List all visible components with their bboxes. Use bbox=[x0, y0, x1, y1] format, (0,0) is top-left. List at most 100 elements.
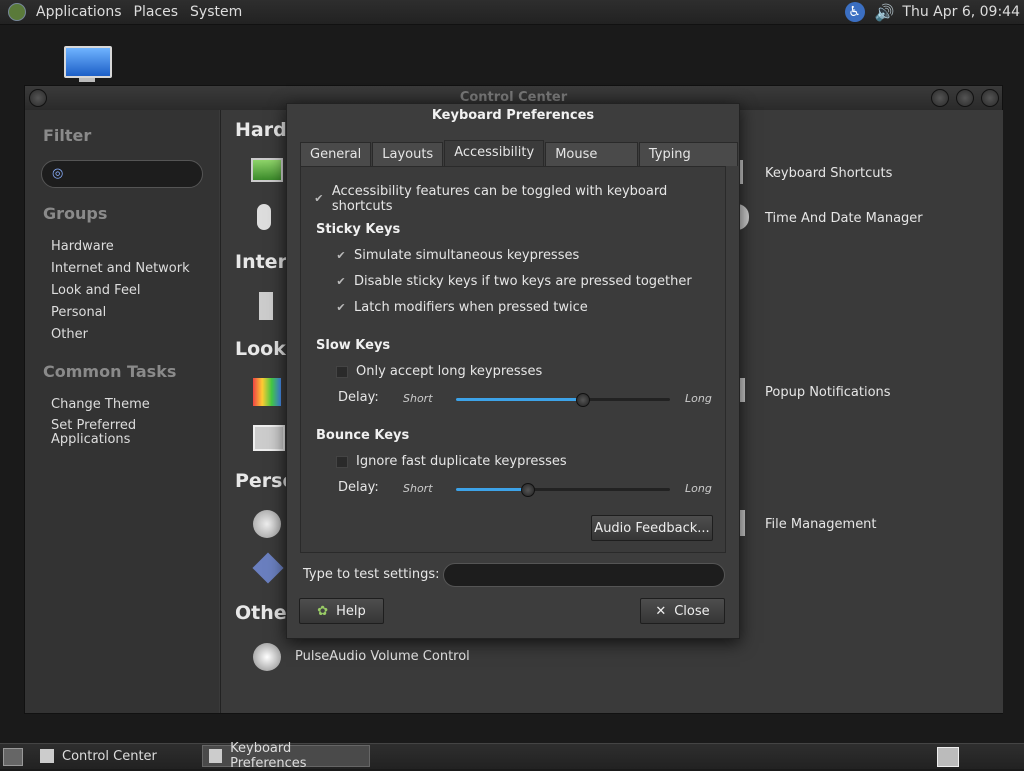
workspace-switcher[interactable] bbox=[937, 747, 959, 767]
toggle-shortcuts-label: Accessibility features can be toggled wi… bbox=[332, 184, 725, 214]
ignore-fast-checkbox[interactable]: Ignore fast duplicate keypresses bbox=[336, 454, 567, 469]
bounce-keys-title: Bounce Keys bbox=[316, 428, 409, 443]
keyboard-preferences-dialog: Keyboard Preferences General Layouts Acc… bbox=[286, 103, 740, 639]
latch-modifiers-label: Latch modifiers when pressed twice bbox=[354, 300, 588, 315]
slow-keys-delay-label: Delay: bbox=[338, 390, 379, 405]
bounce-keys-delay-label: Delay: bbox=[338, 480, 379, 495]
dialog-title: Keyboard Preferences bbox=[287, 108, 739, 123]
toggle-shortcuts-checkbox[interactable]: ✔ Accessibility features can be toggled … bbox=[314, 184, 725, 214]
tab-typing-break[interactable]: Typing Break bbox=[639, 142, 738, 166]
latch-modifiers-checkbox[interactable]: ✔ Latch modifiers when pressed twice bbox=[336, 300, 588, 315]
control-center-icon bbox=[40, 749, 54, 763]
bottom-panel: Control Center Keyboard Preferences bbox=[0, 743, 1024, 769]
checked-icon: ✔ bbox=[336, 277, 346, 287]
test-settings-input[interactable] bbox=[443, 563, 725, 587]
slow-keys-title: Slow Keys bbox=[316, 338, 390, 353]
group-personal[interactable]: Personal bbox=[51, 305, 106, 320]
close-button[interactable]: ✕ Close bbox=[640, 598, 725, 624]
close-window-icon[interactable] bbox=[981, 89, 999, 107]
top-panel: Applications Places System ♿ 🔊 Thu Apr 6… bbox=[0, 0, 1024, 25]
minimize-icon[interactable] bbox=[931, 89, 949, 107]
slider-knob[interactable] bbox=[521, 483, 535, 497]
about-me-icon[interactable] bbox=[253, 510, 281, 538]
panel-tray: ♿ 🔊 Thu Apr 6, 09:44 bbox=[845, 0, 1024, 24]
accessibility-icon[interactable]: ♿ bbox=[845, 2, 865, 22]
menu-places[interactable]: Places bbox=[128, 4, 185, 20]
group-other[interactable]: Other bbox=[51, 327, 88, 342]
checked-icon: ✔ bbox=[336, 251, 346, 261]
common-tasks-heading: Common Tasks bbox=[43, 362, 176, 381]
screensaver-icon[interactable] bbox=[253, 425, 285, 451]
long-keypresses-checkbox[interactable]: Only accept long keypresses bbox=[336, 364, 542, 379]
section-look: Look bbox=[235, 338, 286, 360]
task-change-theme[interactable]: Change Theme bbox=[51, 397, 150, 412]
volume-icon[interactable]: 🔊 bbox=[875, 3, 895, 22]
checked-icon: ✔ bbox=[336, 303, 346, 313]
menu-system[interactable]: System bbox=[184, 4, 248, 20]
group-hardware[interactable]: Hardware bbox=[51, 239, 114, 254]
checked-icon: ✔ bbox=[314, 194, 324, 204]
tab-accessibility[interactable]: Accessibility bbox=[444, 140, 544, 166]
disable-sticky-checkbox[interactable]: ✔ Disable sticky keys if two keys are pr… bbox=[336, 274, 692, 289]
item-time-and-date-manager[interactable]: Time And Date Manager bbox=[765, 211, 923, 226]
pulseaudio-icon[interactable] bbox=[253, 643, 281, 671]
slider-knob[interactable] bbox=[576, 393, 590, 407]
control-center-sidebar: Filter ◎ Groups Hardware Internet and Ne… bbox=[25, 110, 219, 713]
tab-mouse-keys[interactable]: Mouse Keys bbox=[545, 142, 638, 166]
bounce-keys-short-label: Short bbox=[403, 482, 433, 495]
item-pulseaudio-volume-control[interactable]: PulseAudio Volume Control bbox=[295, 649, 470, 664]
clock[interactable]: Thu Apr 6, 09:44 bbox=[902, 4, 1024, 20]
tab-layouts[interactable]: Layouts bbox=[372, 142, 443, 166]
close-icon: ✕ bbox=[655, 604, 666, 619]
network-icon[interactable] bbox=[259, 292, 273, 320]
task-keyboard-preferences-label: Keyboard Preferences bbox=[230, 741, 363, 771]
item-file-management[interactable]: File Management bbox=[765, 517, 877, 532]
slow-keys-short-label: Short bbox=[403, 392, 433, 405]
task-control-center[interactable]: Control Center bbox=[34, 745, 194, 767]
task-keyboard-preferences[interactable]: Keyboard Preferences bbox=[202, 745, 370, 767]
slider-fill bbox=[456, 398, 582, 401]
menu-applications[interactable]: Applications bbox=[30, 4, 128, 20]
simulate-keypresses-label: Simulate simultaneous keypresses bbox=[354, 248, 579, 263]
help-button[interactable]: ✿ Help bbox=[299, 598, 384, 624]
search-icon: ◎ bbox=[52, 166, 63, 181]
computer-desktop-icon[interactable] bbox=[64, 46, 110, 80]
preferences-icon[interactable] bbox=[252, 552, 283, 583]
groups-heading: Groups bbox=[43, 204, 107, 223]
filter-search-input[interactable]: ◎ bbox=[41, 160, 203, 188]
sticky-keys-title: Sticky Keys bbox=[316, 222, 400, 237]
show-desktop-icon[interactable] bbox=[3, 748, 23, 766]
main-menu-icon[interactable] bbox=[8, 3, 26, 21]
slider-fill bbox=[456, 488, 527, 491]
help-icon: ✿ bbox=[317, 604, 328, 619]
bounce-keys-delay-slider[interactable] bbox=[456, 488, 670, 491]
simulate-keypresses-checkbox[interactable]: ✔ Simulate simultaneous keypresses bbox=[336, 248, 579, 263]
tab-bar: General Layouts Accessibility Mouse Keys… bbox=[300, 142, 739, 166]
tab-general[interactable]: General bbox=[300, 142, 371, 166]
keyboard-icon bbox=[209, 749, 222, 763]
close-label: Close bbox=[674, 604, 709, 619]
mouse-icon[interactable] bbox=[257, 204, 271, 230]
help-label: Help bbox=[336, 604, 366, 619]
unchecked-box bbox=[336, 366, 348, 378]
filter-heading: Filter bbox=[43, 126, 91, 145]
group-internet-network[interactable]: Internet and Network bbox=[51, 261, 190, 276]
unchecked-box bbox=[336, 456, 348, 468]
item-popup-notifications[interactable]: Popup Notifications bbox=[765, 385, 891, 400]
appearance-icon[interactable] bbox=[253, 378, 281, 406]
display-icon[interactable] bbox=[251, 158, 283, 182]
long-keypresses-label: Only accept long keypresses bbox=[356, 364, 542, 379]
audio-feedback-button[interactable]: Audio Feedback... bbox=[591, 515, 713, 541]
task-set-preferred-applications[interactable]: Set Preferred Applications bbox=[51, 419, 161, 447]
item-keyboard-shortcuts[interactable]: Keyboard Shortcuts bbox=[765, 166, 892, 181]
group-look-and-feel[interactable]: Look and Feel bbox=[51, 283, 141, 298]
task-control-center-label: Control Center bbox=[62, 749, 157, 764]
disable-sticky-label: Disable sticky keys if two keys are pres… bbox=[354, 274, 692, 289]
bounce-keys-long-label: Long bbox=[685, 482, 712, 495]
ignore-fast-label: Ignore fast duplicate keypresses bbox=[356, 454, 567, 469]
slow-keys-long-label: Long bbox=[685, 392, 712, 405]
accessibility-panel: ✔ Accessibility features can be toggled … bbox=[300, 166, 726, 553]
slow-keys-delay-slider[interactable] bbox=[456, 398, 670, 401]
test-settings-label: Type to test settings: bbox=[303, 567, 440, 582]
maximize-icon[interactable] bbox=[956, 89, 974, 107]
